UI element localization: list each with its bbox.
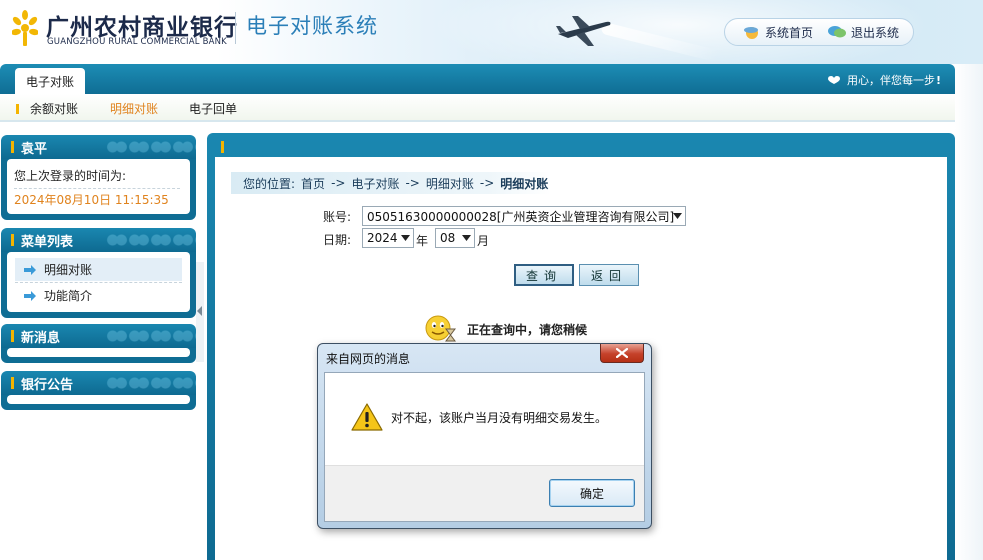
breadcrumb: 您的位置: 首页 -> 电子对账 -> 明细对账 -> 明细对账 bbox=[231, 172, 551, 194]
header-links: 系统首页 退出系统 bbox=[724, 18, 914, 46]
tab-electronic-reconciliation[interactable]: 电子对账 bbox=[15, 68, 85, 94]
menu-item-detail-reconciliation[interactable]: 明细对账 bbox=[15, 258, 182, 281]
date-label: 日期: bbox=[323, 233, 352, 247]
page-header: 广州农村商业银行 GUANGZHOU RURAL COMMERCIAL BANK… bbox=[0, 0, 983, 64]
content-marker bbox=[221, 141, 224, 153]
last-login-label: 您上次登录的时间为: bbox=[14, 169, 127, 183]
breadcrumb-separator: -> bbox=[479, 176, 495, 190]
home-icon bbox=[744, 27, 758, 39]
menu-panel: 菜单列表 明细对账 功能简介 bbox=[1, 228, 196, 318]
ok-button[interactable]: 确定 bbox=[549, 479, 635, 507]
panel-pattern bbox=[106, 324, 196, 348]
system-home-label: 系统首页 bbox=[765, 25, 814, 40]
dialog-message-row: 对不起，该账户当月没有明细交易发生。 bbox=[351, 403, 607, 431]
user-panel-content: 您上次登录的时间为: 2024年08月10日 11:15:35 bbox=[7, 159, 190, 214]
chat-bubble-icon bbox=[828, 26, 847, 38]
notice-panel-title: 银行公告 bbox=[21, 377, 74, 393]
month-select[interactable]: 08 bbox=[435, 228, 475, 248]
querying-indicator: 正在查询中，请您稍候 bbox=[425, 315, 587, 343]
breadcrumb-electronic-reconciliation[interactable]: 电子对账 bbox=[351, 175, 399, 192]
menu-item-label: 功能简介 bbox=[44, 289, 93, 303]
arrow-right-icon bbox=[24, 290, 36, 301]
month-select-value: 08 bbox=[440, 231, 456, 245]
menu-panel-body: 明细对账 功能简介 bbox=[1, 252, 196, 318]
panel-pattern bbox=[106, 135, 196, 159]
year-select-value: 2024 bbox=[367, 231, 398, 245]
year-select[interactable]: 2024 bbox=[362, 228, 414, 248]
sub-nav-balance-reconciliation[interactable]: 余额对账 bbox=[30, 100, 78, 117]
account-select[interactable]: 05051630000000028[广州英资企业管理咨询有限公司] bbox=[362, 206, 686, 226]
bank-logo-icon bbox=[12, 10, 38, 46]
menu-panel-header: 菜单列表 bbox=[1, 228, 196, 252]
header-divider bbox=[235, 12, 236, 44]
chevron-down-icon bbox=[397, 229, 413, 247]
news-panel: 新消息 bbox=[1, 324, 196, 363]
user-panel: 袁平 您上次登录的时间为: 2024年08月10日 11:15:35 bbox=[1, 135, 196, 220]
system-home-link[interactable]: 系统首页 bbox=[743, 24, 813, 41]
sub-nav-marker bbox=[16, 104, 19, 114]
account-select-value: 05051630000000028[广州英资企业管理咨询有限公司] bbox=[367, 209, 675, 224]
year-unit: 年 bbox=[416, 234, 429, 248]
notice-panel-body bbox=[1, 395, 196, 410]
user-panel-header: 袁平 bbox=[1, 135, 196, 159]
exclamation-icon: ! bbox=[935, 73, 941, 87]
menu-item-label: 明细对账 bbox=[44, 263, 93, 277]
back-button[interactable]: 返回 bbox=[579, 264, 639, 286]
dialog-footer: 确定 bbox=[325, 465, 644, 521]
page-right-margin bbox=[955, 0, 983, 560]
menu-item-feature-intro[interactable]: 功能简介 bbox=[15, 284, 182, 307]
dialog-body: 对不起，该账户当月没有明细交易发生。 确定 bbox=[324, 372, 645, 522]
logout-label: 退出系统 bbox=[851, 25, 900, 40]
dialog-title: 来自网页的消息 bbox=[326, 352, 411, 366]
querying-text: 正在查询中，请您稍候 bbox=[467, 322, 588, 337]
user-name: 袁平 bbox=[21, 141, 48, 157]
breadcrumb-separator: -> bbox=[331, 176, 346, 190]
arrow-right-icon bbox=[24, 264, 36, 275]
dialog-message: 对不起，该账户当月没有明细交易发生。 bbox=[391, 410, 608, 425]
message-dialog: 来自网页的消息 对不起，该账户当月没有明细交易发生。 确定 bbox=[317, 343, 652, 529]
month-unit: 月 bbox=[477, 234, 490, 248]
breadcrumb-separator: -> bbox=[405, 176, 420, 190]
dialog-close-button[interactable] bbox=[600, 344, 644, 363]
notice-panel-header: 银行公告 bbox=[1, 371, 196, 395]
airplane-icon bbox=[556, 16, 611, 46]
panel-pattern bbox=[106, 371, 196, 395]
account-label: 账号: bbox=[323, 210, 352, 224]
slogan: 用心，伴您每一步 ! bbox=[827, 72, 941, 88]
last-login-time: 2024年08月10日 11:15:35 bbox=[14, 193, 169, 207]
user-panel-body: 您上次登录的时间为: 2024年08月10日 11:15:35 bbox=[1, 159, 196, 220]
chevron-down-icon bbox=[669, 207, 685, 225]
panel-pattern bbox=[106, 228, 196, 252]
bank-name-english: GUANGZHOU RURAL COMMERCIAL BANK bbox=[47, 37, 227, 47]
heart-icon bbox=[827, 76, 840, 84]
notice-list bbox=[7, 395, 190, 404]
chevron-down-icon bbox=[458, 229, 474, 247]
news-panel-title: 新消息 bbox=[21, 330, 61, 346]
sidebar-collapse-handle[interactable] bbox=[196, 262, 204, 362]
logout-link[interactable]: 退出系统 bbox=[827, 24, 899, 41]
warning-icon bbox=[351, 403, 383, 431]
smiley-hourglass-icon bbox=[425, 315, 456, 342]
breadcrumb-current: 明细对账 bbox=[500, 176, 549, 191]
close-icon bbox=[616, 348, 628, 358]
news-panel-body bbox=[1, 348, 196, 363]
slogan-text: 用心，伴您每一步 bbox=[846, 74, 935, 87]
menu-panel-title: 菜单列表 bbox=[21, 234, 74, 250]
sub-nav: 余额对账 明细对账 电子回单 bbox=[0, 94, 955, 122]
news-panel-header: 新消息 bbox=[1, 324, 196, 348]
breadcrumb-prefix: 您的位置: bbox=[243, 176, 296, 191]
sub-nav-electronic-receipt[interactable]: 电子回单 bbox=[189, 100, 237, 117]
news-list bbox=[7, 348, 190, 357]
sub-nav-detail-reconciliation[interactable]: 明细对账 bbox=[110, 100, 158, 117]
main-nav-bar: 电子对账 用心，伴您每一步 ! bbox=[0, 64, 955, 94]
notice-panel: 银行公告 bbox=[1, 371, 196, 410]
breadcrumb-detail-reconciliation[interactable]: 明细对账 bbox=[426, 175, 474, 192]
system-title: 电子对账系统 bbox=[246, 14, 378, 38]
menu-list: 明细对账 功能简介 bbox=[7, 252, 190, 312]
breadcrumb-home[interactable]: 首页 bbox=[301, 175, 325, 192]
query-button[interactable]: 查询 bbox=[514, 264, 574, 286]
